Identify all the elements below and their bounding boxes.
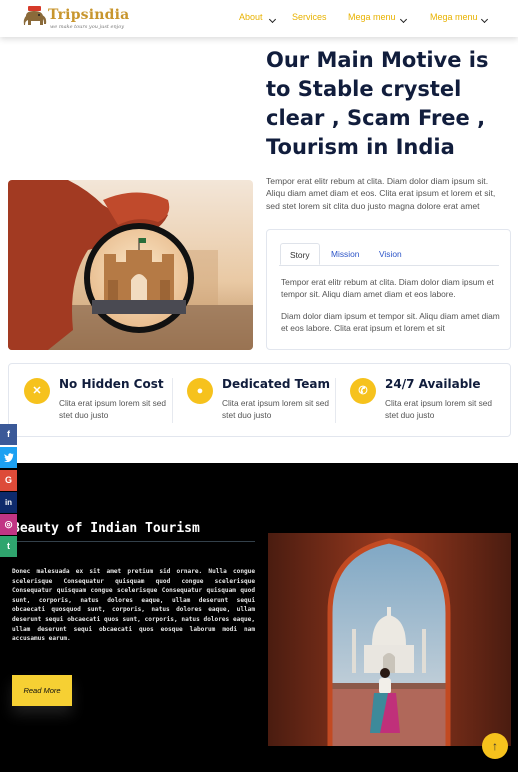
tourism-heading: Beauty of Indian Tourism — [12, 521, 200, 536]
feature-divider — [335, 378, 336, 423]
feature-title: Dedicated Team — [222, 377, 330, 391]
users-icon: ● — [187, 378, 213, 404]
tourism-text: Donec malesuada ex sit amet pretium sid … — [12, 568, 255, 643]
feature-24-7-available: ✆ 24/7 Available Clita erat ipsum lorem … — [337, 376, 499, 426]
brand-tagline: we make tours you just enjoy — [50, 24, 125, 30]
feature-text: Clita erat ipsum lorem sit sed stet duo … — [222, 398, 329, 420]
chevron-down-icon[interactable] — [399, 15, 408, 24]
read-more-button[interactable]: Read More — [12, 675, 72, 706]
page: Tripsindia we make tours you just enjoy … — [0, 0, 518, 772]
tab-paragraph-2: Diam dolor diam ipsum et tempor sit. Ali… — [281, 311, 500, 334]
tab-paragraph-1: Tempor erat elitr rebum at clita. Diam d… — [281, 277, 494, 300]
feature-title: 24/7 Available — [385, 377, 481, 391]
back-to-top-button[interactable]: ↑ — [482, 733, 508, 759]
motive-heading: Our Main Motive is to Stable crystel cle… — [266, 48, 489, 159]
feature-dedicated-team: ● Dedicated Team Clita erat ipsum lorem … — [174, 376, 336, 426]
nav-item-services[interactable]: Services — [292, 12, 327, 22]
tab-mission[interactable]: Mission — [322, 243, 368, 265]
linkedin-icon[interactable]: in — [0, 492, 17, 513]
tumblr-icon[interactable]: t — [0, 536, 17, 557]
chevron-down-icon[interactable] — [480, 15, 489, 24]
twitter-icon[interactable] — [0, 447, 17, 468]
feature-divider — [172, 378, 173, 423]
facebook-icon[interactable]: f — [0, 424, 17, 445]
gateway-of-india-photo — [8, 180, 253, 350]
taj-mahal-photo — [268, 533, 511, 746]
brand-name: Tripsindia — [48, 7, 130, 23]
tab-story[interactable]: Story — [280, 243, 320, 265]
site-header: Tripsindia we make tours you just enjoy … — [0, 0, 518, 37]
chevron-down-icon[interactable] — [268, 15, 277, 24]
feature-title: No Hidden Cost — [59, 377, 164, 391]
nav-item-mega-menu-1[interactable]: Mega menu — [348, 12, 396, 22]
feature-text: Clita erat ipsum lorem sit sed stet duo … — [59, 398, 166, 420]
brand-logo[interactable]: Tripsindia we make tours you just enjoy — [22, 4, 142, 34]
tab-vision[interactable]: Vision — [370, 243, 411, 265]
motive-text: Tempor erat elitr rebum at clita. Diam d… — [266, 176, 496, 211]
tourism-divider — [12, 541, 255, 542]
nav-item-mega-menu-2[interactable]: Mega menu — [430, 12, 478, 22]
feature-text: Clita erat ipsum lorem sit sed stet duo … — [385, 398, 492, 420]
tourism-section: Beauty of Indian Tourism Donec malesuada… — [0, 463, 518, 772]
features-card: ✕ No Hidden Cost Clita erat ipsum lorem … — [8, 363, 511, 437]
phone-icon: ✆ — [350, 378, 376, 404]
google-icon[interactable]: G — [0, 470, 17, 491]
instagram-icon[interactable]: ◎ — [0, 514, 17, 535]
elephant-icon — [23, 6, 47, 25]
tab-divider — [279, 265, 499, 266]
times-icon: ✕ — [24, 378, 50, 404]
motive-tabs-card: Story Mission Vision Tempor erat elitr r… — [266, 229, 511, 350]
nav-item-about[interactable]: About — [239, 12, 263, 22]
feature-no-hidden-cost: ✕ No Hidden Cost Clita erat ipsum lorem … — [11, 376, 173, 426]
